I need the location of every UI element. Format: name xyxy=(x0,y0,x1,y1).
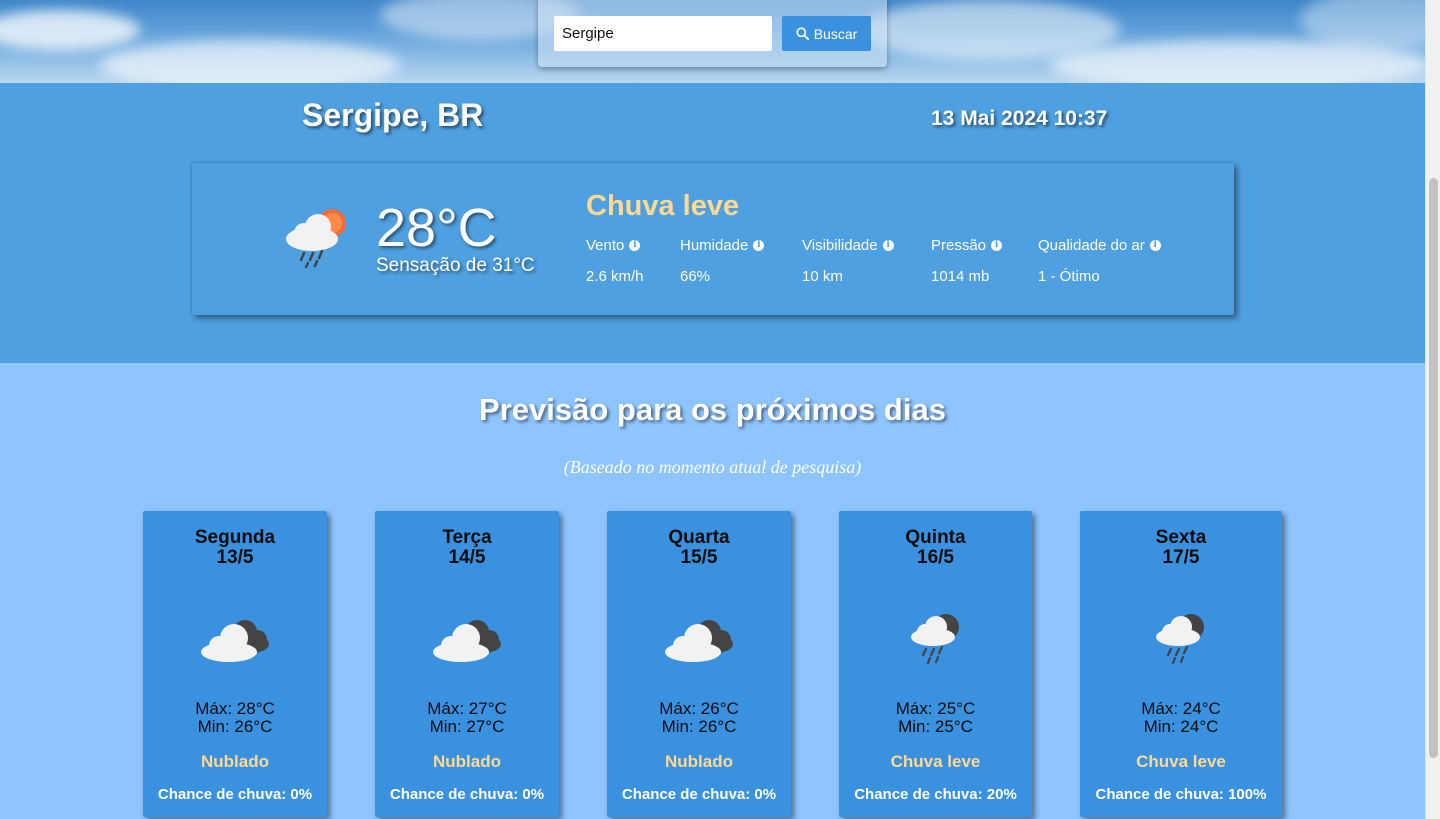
day-date: 15/5 xyxy=(680,547,718,568)
day-max-temp: Máx: 24°C xyxy=(1141,699,1221,718)
metric-air-quality: Qualidade do ar i 1 - Ótimo xyxy=(1038,236,1188,285)
forecast-title: Previsão para os próximos dias xyxy=(479,392,946,427)
day-name: Terça xyxy=(442,527,492,548)
rain-cloud-moon-icon xyxy=(1080,594,1282,684)
weather-metrics: Vento i 2.6 km/h Humidade i 66% Visibilida… xyxy=(586,236,1188,285)
forecast-day-card: Segunda 13/5 Máx: 28°C Min: 26°C Nublado… xyxy=(143,511,327,817)
forecast-subtitle: (Baseado no momento atual de pesquisa) xyxy=(563,457,862,477)
day-max-temp: Máx: 25°C xyxy=(895,699,976,718)
metric-wind: Vento i 2.6 km/h xyxy=(586,236,680,286)
day-name: Quinta xyxy=(905,527,966,548)
search-panel: Buscar xyxy=(538,0,887,67)
day-condition: Nublado xyxy=(665,752,733,771)
day-condition: Chuva leve xyxy=(890,752,981,771)
metric-visibility: Visibilidade i 10 km xyxy=(802,236,931,285)
cloudy-icon xyxy=(375,594,559,684)
day-max-temp: Máx: 27°C xyxy=(427,699,507,718)
info-icon[interactable]: i xyxy=(991,239,1003,251)
day-date: 14/5 xyxy=(448,547,486,568)
rain-cloud-moon-icon xyxy=(839,594,1032,684)
info-icon[interactable]: i xyxy=(882,239,894,251)
current-temperature: 28°C xyxy=(376,198,497,258)
day-min-temp: Min: 27°C xyxy=(429,717,505,736)
day-name: Sexta xyxy=(1155,527,1207,548)
current-datetime: 13 Mai 2024 10:37 xyxy=(931,107,1108,130)
current-weather-card: 28°C Sensação de 31°C Chuva leve Vento i … xyxy=(192,163,1234,315)
day-rain-chance: Chance de chuva: 0% xyxy=(621,786,777,803)
banner-cloud xyxy=(100,40,400,83)
day-min-temp: Min: 25°C xyxy=(898,717,973,736)
cloudy-icon xyxy=(143,594,327,684)
current-weather-section: Sergipe, BR 13 Mai 2024 10:37 28°C Sensa… xyxy=(0,83,1425,363)
search-button[interactable]: Buscar xyxy=(782,16,871,51)
rain-cloud-sun-icon xyxy=(282,205,352,276)
day-rain-chance: Chance de chuva: 100% xyxy=(1095,786,1267,803)
metric-label: Pressão xyxy=(931,236,987,254)
search-input[interactable] xyxy=(554,16,772,51)
metric-label: Qualidade do ar xyxy=(1038,236,1145,254)
sky-banner: Buscar xyxy=(0,0,1425,83)
day-condition: Nublado xyxy=(433,752,501,771)
day-rain-chance: Chance de chuva: 0% xyxy=(389,786,545,803)
location-title: Sergipe, BR xyxy=(302,97,484,133)
metric-value: 10 km xyxy=(802,268,843,285)
day-date: 13/5 xyxy=(216,547,254,568)
info-icon[interactable]: i xyxy=(1149,239,1161,251)
day-name: Quarta xyxy=(668,527,730,548)
metric-value: 66% xyxy=(680,268,711,285)
metric-value: 1 - Ótimo xyxy=(1038,268,1100,285)
current-condition: Chuva leve xyxy=(586,190,740,222)
cloudy-icon xyxy=(607,594,791,684)
info-icon[interactable]: i xyxy=(753,239,765,251)
metric-pressure: Pressão i 1014 mb xyxy=(931,236,1038,285)
search-icon xyxy=(796,27,809,40)
forecast-day-card: Quinta 16/5 Máx: 25°C Min: 25°C Chuva le… xyxy=(839,511,1032,817)
day-rain-chance: Chance de chuva: 0% xyxy=(157,786,313,803)
day-min-temp: Min: 26°C xyxy=(197,717,273,736)
metric-label: Visibilidade xyxy=(802,236,878,254)
day-date: 16/5 xyxy=(917,547,954,568)
feels-like: Sensação de 31°C xyxy=(376,255,535,276)
forecast-day-card: Sexta 17/5 Máx: 24°C Min: 24°C Chuva lev… xyxy=(1080,511,1282,817)
day-min-temp: Min: 26°C xyxy=(661,717,737,736)
scrollbar-thumb[interactable] xyxy=(1429,178,1438,758)
day-name: Segunda xyxy=(194,527,276,548)
search-button-label: Buscar xyxy=(813,25,858,42)
day-condition: Nublado xyxy=(201,752,269,771)
banner-cloud xyxy=(0,10,140,50)
day-condition: Chuva leve xyxy=(1136,752,1226,771)
day-max-temp: Máx: 28°C xyxy=(195,699,275,718)
metric-humidity: Humidade i 66% xyxy=(680,236,802,285)
info-icon[interactable]: i xyxy=(629,239,641,251)
metric-label: Vento xyxy=(586,236,625,254)
day-rain-chance: Chance de chuva: 20% xyxy=(854,786,1017,803)
forecast-day-card: Terça 14/5 Máx: 27°C Min: 27°C Nublado C… xyxy=(375,511,559,817)
metric-label: Humidade xyxy=(680,236,749,254)
metric-value: 1014 mb xyxy=(931,268,990,285)
metric-value: 2.6 km/h xyxy=(586,268,644,285)
day-date: 17/5 xyxy=(1162,547,1200,568)
day-min-temp: Min: 24°C xyxy=(1143,717,1219,736)
forecast-day-card: Quarta 15/5 Máx: 26°C Min: 26°C Nublado … xyxy=(607,511,791,817)
day-max-temp: Máx: 26°C xyxy=(659,699,739,718)
page-scrollbar[interactable] xyxy=(1425,0,1440,819)
